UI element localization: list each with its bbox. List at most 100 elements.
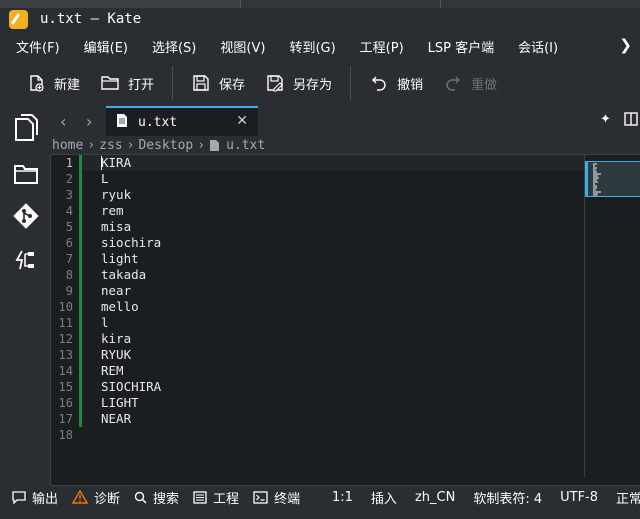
minimap[interactable] xyxy=(584,155,640,477)
code-line[interactable]: light xyxy=(101,251,139,267)
line-number: 14 xyxy=(58,364,73,378)
menu-lsp-client[interactable]: LSP 客户端 xyxy=(412,37,502,56)
symbol-outline-icon xyxy=(15,250,34,270)
code-line[interactable]: L xyxy=(101,171,109,187)
new-button[interactable]: 新建 xyxy=(16,67,90,99)
code-line[interactable]: takada xyxy=(101,267,146,283)
breadcrumb-file[interactable]: u.txt xyxy=(226,138,265,153)
horizontal-scrollbar[interactable] xyxy=(51,477,640,485)
toolbar-separator xyxy=(172,66,174,100)
text-editor[interactable]: 1 2 3 4 5 6 7 8 9 10 11 12 13 14 15 16 17 18 KIRA Lryuk rem… xyxy=(50,154,640,486)
redo-button[interactable]: 重做 xyxy=(433,67,507,99)
diagnostics-panel-button[interactable]: 诊断 xyxy=(72,488,120,507)
forward-arrow-icon[interactable]: › xyxy=(86,112,92,131)
breadcrumb-home[interactable]: home xyxy=(52,138,83,153)
line-number: 9 xyxy=(65,284,73,298)
folder-open-icon xyxy=(100,73,120,93)
code-line[interactable]: near xyxy=(101,283,131,299)
terminal-label: 终端 xyxy=(274,491,301,507)
menu-bar: 文件(F) 编辑(E) 选择(S) 视图(V) 转到(G) 工程(P) LSP … xyxy=(0,34,640,58)
line-number: 13 xyxy=(58,348,73,362)
chevron-right-icon[interactable]: ❯ xyxy=(619,36,632,54)
project-list-icon xyxy=(193,490,207,504)
code-line[interactable]: SIOCHIRA xyxy=(101,379,161,395)
filesystem-panel-button[interactable] xyxy=(8,156,44,192)
back-arrow-icon[interactable]: ‹ xyxy=(60,112,66,131)
chevron-right-icon: › xyxy=(87,137,96,153)
save-button-label: 保存 xyxy=(219,77,246,93)
dictionary-language[interactable]: zh_CN xyxy=(415,490,455,505)
tab-u-txt[interactable]: u.txt ✕ xyxy=(106,106,258,136)
kate-app-icon xyxy=(9,10,28,29)
code-line[interactable]: siochira xyxy=(101,235,161,251)
save-as-button[interactable]: 另存为 xyxy=(255,67,342,99)
window-title: u.txt — Kate xyxy=(40,11,142,27)
title-bar: u.txt — Kate xyxy=(0,0,640,34)
indentation-setting[interactable]: 软制表符: 4 xyxy=(473,488,542,507)
save-icon xyxy=(191,73,211,93)
open-button[interactable]: 打开 xyxy=(90,67,164,99)
end-of-line-mode[interactable]: 正常 xyxy=(616,488,640,507)
line-number: 15 xyxy=(58,380,73,394)
breadcrumb-zss[interactable]: zss xyxy=(99,138,122,153)
documents-icon xyxy=(15,114,38,141)
project-label: 工程 xyxy=(213,491,240,507)
open-button-label: 打开 xyxy=(128,77,155,93)
search-panel-button[interactable]: 搜索 xyxy=(134,488,179,507)
undo-button[interactable]: 撤销 xyxy=(359,67,433,99)
menu-edit[interactable]: 编辑(E) xyxy=(68,37,136,56)
code-line[interactable]: rem xyxy=(101,203,124,219)
git-panel-button[interactable] xyxy=(8,198,44,234)
output-label: 输出 xyxy=(32,491,59,507)
menu-file[interactable]: 文件(F) xyxy=(0,37,68,56)
menu-view[interactable]: 视图(V) xyxy=(204,37,273,56)
code-line[interactable]: KIRA xyxy=(101,155,131,171)
redo-icon xyxy=(443,73,463,93)
close-icon[interactable]: ✕ xyxy=(236,113,248,129)
symbols-panel-button[interactable] xyxy=(8,242,44,278)
breadcrumb: home › zss › Desktop › u.txt xyxy=(52,136,265,154)
chevron-right-icon: › xyxy=(197,137,206,153)
text-cursor xyxy=(101,156,102,170)
line-number-gutter: 1 2 3 4 5 6 7 8 9 10 11 12 13 14 15 16 17 18 xyxy=(51,155,79,449)
pin-icon[interactable]: ✦ xyxy=(600,112,611,127)
terminal-panel-button[interactable]: 终端 xyxy=(253,488,300,507)
new-button-label: 新建 xyxy=(54,77,81,93)
warning-icon xyxy=(72,490,89,504)
search-icon xyxy=(134,491,147,504)
breadcrumb-desktop[interactable]: Desktop xyxy=(138,138,193,153)
code-line[interactable]: l xyxy=(101,315,109,331)
code-line[interactable]: kira xyxy=(101,331,131,347)
left-sidebar xyxy=(0,106,50,486)
toolbar-separator xyxy=(350,66,352,100)
undo-button-label: 撤销 xyxy=(397,77,424,93)
line-number: 8 xyxy=(65,268,73,282)
background-window-strip xyxy=(0,0,640,8)
split-view-icon[interactable] xyxy=(624,112,638,130)
menu-go[interactable]: 转到(G) xyxy=(273,37,343,56)
tab-bar: ‹ › u.txt ✕ ✦ xyxy=(50,106,640,136)
code-line[interactable]: REM xyxy=(101,363,124,379)
save-as-button-label: 另存为 xyxy=(293,77,333,93)
code-line[interactable]: NEAR xyxy=(101,411,131,427)
line-number: 4 xyxy=(65,204,73,218)
file-encoding[interactable]: UTF-8 xyxy=(560,490,598,505)
code-line[interactable]: misa xyxy=(101,219,131,235)
menu-selection[interactable]: 选择(S) xyxy=(136,37,204,56)
documents-panel-button[interactable] xyxy=(8,110,44,146)
code-line[interactable]: LIGHT xyxy=(101,395,139,411)
project-panel-button[interactable]: 工程 xyxy=(193,488,239,507)
code-line[interactable]: mello xyxy=(101,299,139,315)
code-line[interactable]: ryuk xyxy=(101,187,131,203)
line-number: 12 xyxy=(58,332,73,346)
search-label: 搜索 xyxy=(153,491,180,507)
input-mode[interactable]: 插入 xyxy=(371,488,397,507)
line-number: 2 xyxy=(65,172,73,186)
code-line[interactable]: RYUK xyxy=(101,347,131,363)
output-panel-button[interactable]: 输出 xyxy=(12,488,58,507)
menu-session[interactable]: 会话(I) xyxy=(502,37,566,56)
cursor-position[interactable]: 1:1 xyxy=(332,490,353,505)
save-button[interactable]: 保存 xyxy=(181,67,255,99)
menu-project[interactable]: 工程(P) xyxy=(344,37,412,56)
line-number: 1 xyxy=(65,156,73,170)
